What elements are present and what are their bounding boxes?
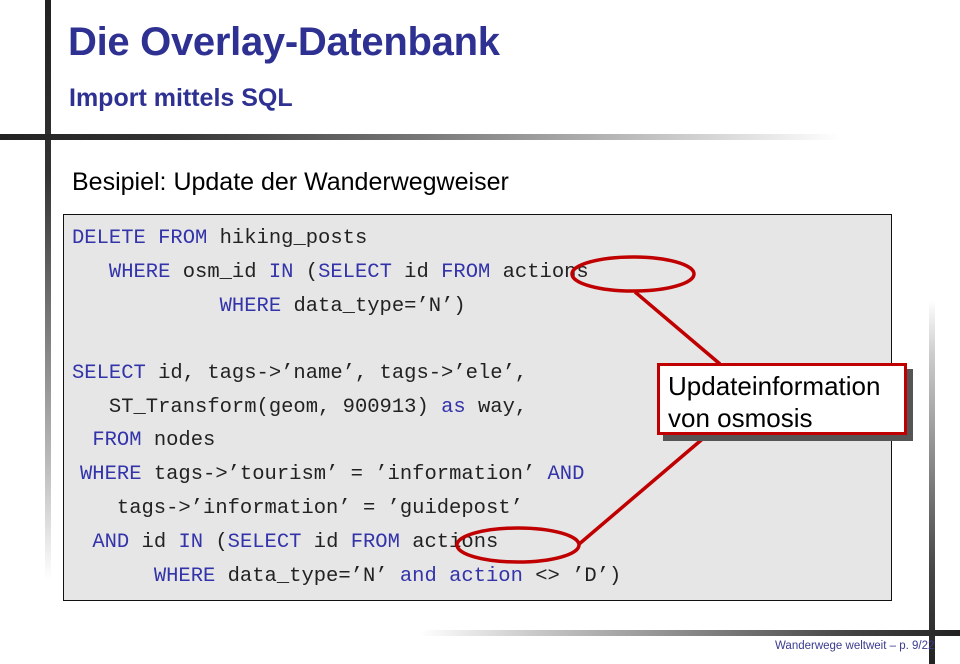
annotation-overlay [455,255,722,564]
callout-line-2: von osmosis [668,403,813,433]
connector-line-1 [633,290,722,366]
callout-box: Updateinformation von osmosis [657,363,907,435]
highlight-ellipse-actions-1 [570,255,696,293]
footer-page-info: Wanderwege weltweit – p. 9/22 [775,640,935,652]
highlight-ellipse-actions-2 [455,526,581,564]
connector-line-2 [576,434,708,547]
callout-line-1: Updateinformation [668,371,881,401]
